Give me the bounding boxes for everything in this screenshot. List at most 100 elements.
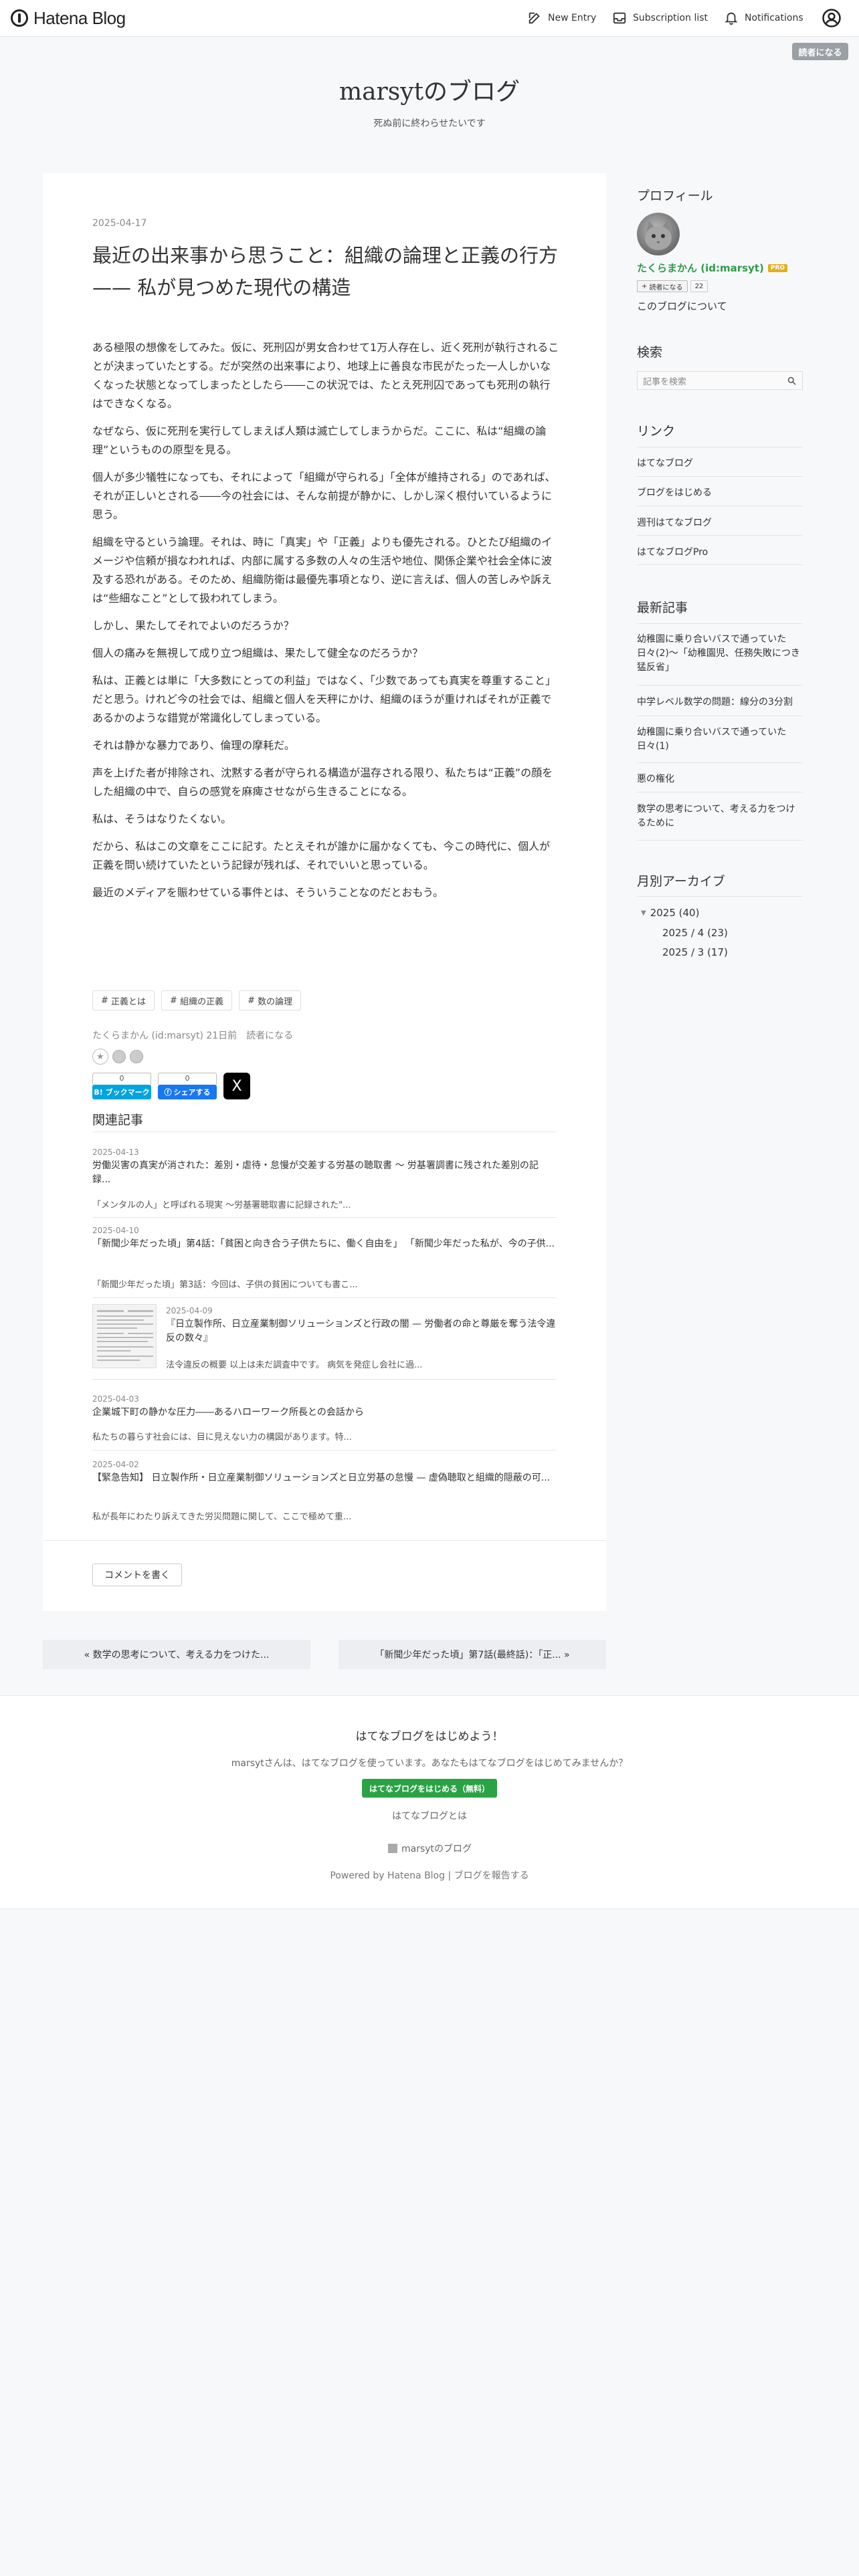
profile-avatar[interactable]: [637, 213, 680, 255]
paragraph: ある極限の想像をしてみた。仮に、死刑囚が男女合わせて1万人存在し、近く死刑が執行…: [92, 341, 559, 410]
recent-entry-link[interactable]: 幼稚園に乗り合いバスで通っていた日々(2)〜「幼稚園児、任務失敗につき猛反省」: [637, 633, 804, 675]
search-icon[interactable]: [787, 376, 797, 386]
related-snippet: 「メンタルの人」と呼ばれる現実 〜労基署聴取書に記録された"...: [92, 1200, 351, 1210]
star-user-avatar[interactable]: [130, 1050, 143, 1063]
links-heading: リンク: [637, 424, 676, 439]
paragraph: 組織を守るという論理。それは、時に「真実」や「正義」よりも優先される。ひとたび組…: [92, 536, 553, 605]
footer-blog-label: marsytのブログ: [401, 1844, 472, 1854]
related-date: 2025-04-09: [166, 1306, 213, 1315]
recent-entry-link[interactable]: 中学レベル数学の問題：線分の3分割: [637, 695, 804, 710]
star-user-avatar[interactable]: [112, 1050, 126, 1063]
bookmark-count: 0: [92, 1073, 151, 1085]
about-blog-link[interactable]: このブログについて: [637, 299, 727, 313]
recent-entries-heading: 最新記事: [637, 601, 688, 615]
profile-name-text: たくらまかん (id:marsyt): [637, 262, 764, 274]
document-thumbnail-icon: [93, 1305, 156, 1368]
entry-byline[interactable]: たくらまかん (id:marsyt) 21日前 読者になる: [92, 1029, 293, 1042]
archive-month-link[interactable]: 2025 / 4 (23): [662, 927, 728, 939]
related-date: 2025-04-03: [92, 1394, 139, 1404]
divider: [637, 564, 803, 565]
blog-title[interactable]: marsytのブログ: [0, 72, 859, 107]
tag-link[interactable]: # 正義とは: [92, 990, 155, 1010]
related-title[interactable]: 【緊急告知】 日立製作所・日立産業制御ソリューションズと日立労基の怠慢 — 虚偽…: [92, 1471, 557, 1485]
facebook-count: 0: [158, 1073, 217, 1085]
archive-month-link[interactable]: 2025 / 3 (17): [662, 946, 728, 958]
start-blog-button[interactable]: はてなブログをはじめる（無料）: [362, 1779, 497, 1798]
search-placeholder: 記事を検索: [643, 377, 687, 387]
user-menu[interactable]: [822, 8, 842, 28]
add-star-icon[interactable]: ★: [92, 1049, 108, 1065]
archive-year-toggle[interactable]: ▼ 2025 (40): [641, 907, 699, 919]
paragraph: 声を上げた者が排除され、沈黙する者が守られる構造が温存される限り、私たちは“正義…: [92, 766, 553, 798]
related-date: 2025-04-10: [92, 1226, 139, 1235]
inbox-icon: [613, 12, 626, 24]
chevron-down-icon: ▼: [641, 909, 646, 917]
related-title[interactable]: 「新聞少年だった頃」第4話：「貧困と向き合う子供たちに、働く自由を」 「新聞少年…: [92, 1237, 557, 1251]
tag-label: 正義とは: [111, 996, 147, 1007]
new-entry-link[interactable]: New Entry: [527, 9, 596, 27]
powered-by[interactable]: Powered by Hatena Blog | ブログを報告する: [0, 1868, 859, 1882]
follow-label: 読者になる: [649, 284, 683, 292]
facebook-share-button[interactable]: ⓕ シェアする: [158, 1085, 217, 1099]
next-entry-link[interactable]: 「新聞少年だった頃」第7話(最終話)：「正... »: [339, 1640, 606, 1669]
footer-blog-link[interactable]: marsytのブログ: [388, 1842, 472, 1855]
prev-entry-link[interactable]: « 数学の思考について、考える力をつけた...: [43, 1640, 310, 1669]
subscribe-button[interactable]: 読者になる: [792, 43, 848, 60]
sidebar-link[interactable]: はてなブログPro: [637, 546, 804, 560]
sidebar-link[interactable]: はてなブログ: [637, 457, 804, 471]
hatena-bookmark-share[interactable]: 0 B! ブックマーク: [92, 1073, 151, 1099]
paragraph: 私は、そうはなりたくない。: [92, 813, 232, 825]
tag-list: # 正義とは # 組織の正義 # 数の論理: [92, 990, 302, 1010]
recent-entry-link[interactable]: 幼稚園に乗り合いバスで通っていた日々(1): [637, 726, 804, 754]
sidebar-link[interactable]: ブログをはじめる: [637, 486, 804, 500]
about-hatena-blog-link[interactable]: はてなブログとは: [0, 1809, 859, 1822]
bell-icon: [725, 12, 738, 25]
bookmark-button[interactable]: B! ブックマーク: [92, 1085, 151, 1099]
tag-link[interactable]: # 数の論理: [239, 990, 302, 1010]
related-thumbnail[interactable]: [92, 1304, 157, 1368]
paragraph: なぜなら、仮に死刑を実行してしまえば人類は滅亡してしまうからだ。ここに、私は“組…: [92, 425, 547, 456]
footer-message: marsytさんは、はてなブログを使っています。あなたもはてなブログをはじめてみ…: [231, 1758, 628, 1769]
x-share-button[interactable]: X: [223, 1073, 250, 1099]
related-title[interactable]: 『日立製作所、日立産業制御ソリューションズと行政の闇 — 労働者の命と尊厳を奪う…: [166, 1317, 557, 1346]
entry-title[interactable]: 最近の出来事から思うこと：組織の論理と正義の行方 —— 私が見つめた現代の構造: [92, 239, 561, 304]
related-snippet: 私が長年にわたり訴えてきた労災問題に関して、ここで極めて重...: [92, 1512, 352, 1522]
paragraph: 私は、正義とは単に「大多数にとっての利益」ではなく、「少数であっても真実を尊重す…: [92, 674, 556, 724]
paragraph: 個人の痛みを無視して成り立つ組織は、果たして健全なのだろうか？: [92, 647, 423, 659]
related-title[interactable]: 労働災害の真実が消された：差別・虐待・怠慢が交差する労基の聴取書 〜 労基署調書…: [92, 1159, 557, 1187]
new-entry-label: New Entry: [548, 13, 597, 23]
notifications-label: Notifications: [745, 13, 803, 23]
sidebar-link[interactable]: 週刊はてなブログ: [637, 516, 804, 530]
notifications-link[interactable]: Notifications: [724, 9, 803, 27]
divider: [92, 1297, 557, 1298]
user-icon: [822, 9, 841, 27]
divider: [92, 1450, 557, 1451]
recent-entry-link[interactable]: 数学の思考について、考える力をつけるために: [637, 802, 804, 831]
subscription-list-link[interactable]: Subscription list: [612, 9, 708, 27]
related-date: 2025-04-02: [92, 1460, 139, 1469]
divider: [92, 1217, 557, 1218]
star-area: ★: [92, 1049, 143, 1065]
recent-entry-link[interactable]: 悪の権化: [637, 772, 804, 786]
hatena-blog-logo[interactable]: Hatena Blog: [11, 7, 126, 29]
pro-badge: PRO: [767, 263, 788, 272]
paragraph: しかし、果たしてそれでよいのだろうか？: [92, 619, 294, 632]
paragraph: それは静かな暴力であり、倫理の摩耗だ。: [92, 739, 295, 752]
entry-date[interactable]: 2025-04-17: [92, 218, 147, 229]
share-buttons: 0 B! ブックマーク 0 ⓕ シェアする X: [92, 1073, 250, 1099]
related-title[interactable]: 企業城下町の静かな圧力――あるハローワーク所長との会話から: [92, 1406, 557, 1420]
divider: [43, 1540, 606, 1541]
hatena-logo-icon: [11, 9, 28, 27]
facebook-share[interactable]: 0 ⓕ シェアする: [158, 1073, 217, 1099]
tag-link[interactable]: # 組織の正義: [161, 990, 233, 1010]
divider: [637, 623, 803, 624]
blog-description: 死ぬ前に終わらせたいです: [373, 118, 486, 129]
profile-name[interactable]: たくらまかん (id:marsyt) PRO: [637, 261, 788, 275]
write-comment-button[interactable]: コメントを書く: [92, 1564, 182, 1586]
search-input[interactable]: 記事を検索: [637, 371, 803, 390]
facebook-icon: ⓕ: [164, 1088, 172, 1097]
related-snippet: 「新聞少年だった頃」第3話：今回は、子供の貧困についても書こ...: [92, 1280, 358, 1290]
related-snippet: 法令違反の概要 以上は未だ調査中です。 病気を発症し会社に過...: [166, 1360, 423, 1370]
follower-count[interactable]: 22: [690, 280, 708, 292]
follow-button[interactable]: + 読者になる: [637, 280, 688, 292]
